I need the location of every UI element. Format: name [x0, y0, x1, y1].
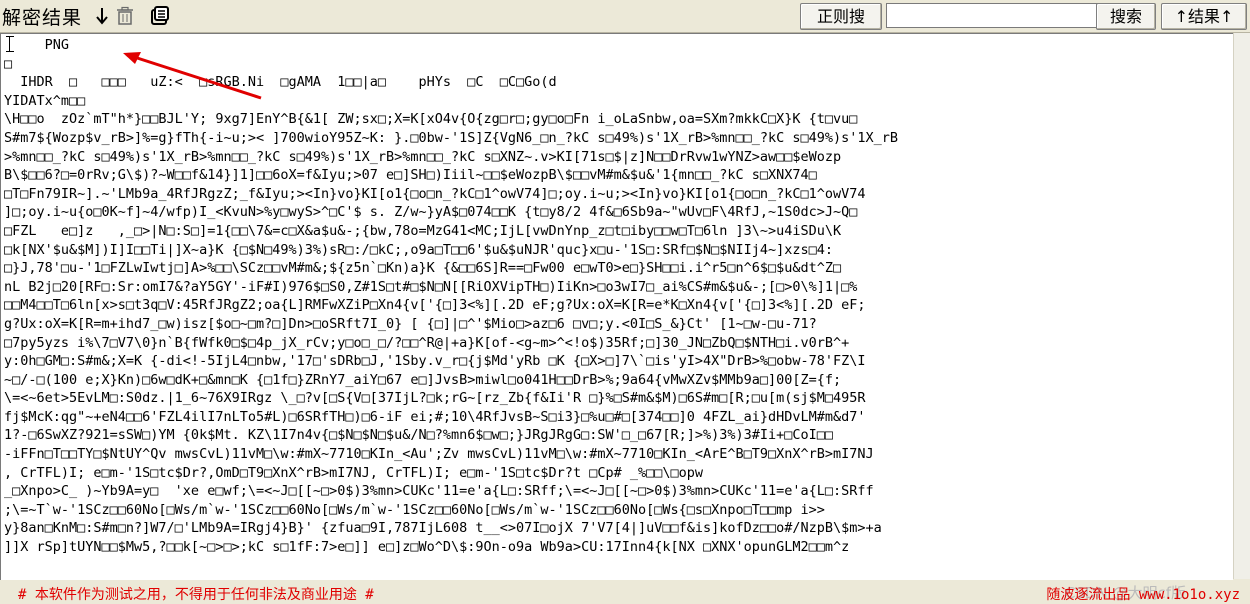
result-text-area[interactable]: PNG □ IHDR □ □□□ uZ:< □sRGB.Ni □gAMA 1□□|… — [0, 33, 1233, 580]
toolbar: 解密结果 正则搜 搜索 ↑结果↑ — [0, 0, 1250, 33]
text-line: _□Xnpo>C_ )~Yb9A=y□ 'xe e□wf;\=<~J□[[~□>… — [4, 483, 874, 500]
vertical-scrollbar[interactable] — [1233, 33, 1250, 579]
text-line: □k[NX'$u&$M])I]I□□Ti|]X~a}K {□$N□49%)3%)… — [4, 241, 834, 258]
text-line: □T□Fn79IR~].~'LMb9a_4RfJRgzZ;_f&Iyu;><In… — [4, 185, 866, 202]
text-line: y:0h□GM□:S#m&;X=K {-di<!-5IjL4□nbw,'17□'… — [4, 353, 866, 370]
search-input[interactable] — [886, 3, 1098, 28]
copy-icon[interactable] — [150, 6, 170, 26]
text-line: nL B2j□20[RF□:Sr:omI7&?aY5GY'-iF#I)976$□… — [4, 278, 858, 295]
text-line: □FZL e□]z ,_□>|N□:S□]=1{□□\7&=c□X&a$u&-;… — [4, 222, 842, 239]
text-line: ]]X rSp]tUYN□□$Mw5,?□□k[~□>□>;kC s□1fF:7… — [4, 539, 850, 556]
text-line: B\$□□6?□=0rRv;G\$)?~W□□f&14}]1]□□6oX=f&I… — [4, 167, 817, 184]
trash-icon[interactable] — [115, 6, 135, 26]
down-arrow-icon[interactable] — [92, 6, 112, 26]
search-button[interactable]: 搜索 — [1096, 3, 1156, 30]
regex-search-button[interactable]: 正则搜 — [800, 3, 882, 30]
text-line: ;\=~T`w-'1SCz□□60No[□Ws/m`w-'1SCz□□60No[… — [4, 501, 825, 518]
red-arrow-annotation-icon — [123, 52, 262, 100]
text-line: y}8an□KnM□:S#m□n?]W7/□'LMb9A=IRgj4}B}' {… — [4, 520, 882, 537]
text-line: S#m7${Wozp$v_rB>]%=g}fTh{-i~u;>< ]700wio… — [4, 129, 899, 146]
text-line: \=<~6et>5EvLM□:S0dz.|1_6~76X9IRgz \_□?v[… — [4, 390, 866, 407]
up-result-button[interactable]: ↑结果↑ — [1161, 3, 1247, 30]
result-title: 解密结果 — [2, 7, 83, 29]
text-line: □}J,78'□u-'1□FZLwIwtj□]A>%□□\SCz□□vM#m&;… — [4, 260, 842, 277]
text-line: , CrTFL)I; e□m-'1S□tc$Dr?,OmD□T9□XnX^rB>… — [4, 464, 703, 481]
text-line: 1?-□6SwXZ?921=sSW□)YM {0k$Mt. KZ\1I7n4v{… — [4, 427, 834, 444]
text-line: >%mn□□_?kC s□49%)s'1X_rB>%mn□□_?kC s□49%… — [4, 148, 842, 165]
text-line: □□M4□□T□6ln[x>s□t3q□V:45RfJRgZ2;oa{L]RMF… — [4, 297, 866, 314]
text-line: fj$McK:qg"~+eN4□□6'FZL4ilI7nLTo5#L)□6SRf… — [4, 408, 866, 425]
text-line: -iFFn□T□□TY□$NtUY^Qv mwsCvL)11vM□\w:#mX~… — [4, 446, 874, 463]
text-line: g?Ux:oX=K[R=m+ihd7_□w)isz[$o□~□m?□]Dn>□o… — [4, 315, 817, 332]
credit-link[interactable]: 随波逐流出品 www.1o1o.xyz — [1046, 584, 1240, 604]
footer: # 本软件作为测试之用，不得用于任何非法及商业用途 # CSDN @大明cf版 … — [0, 580, 1250, 604]
text-line: ~□/-□(100 e;X}Kn)□6w□dK+□&mn□K {□1f□}ZRn… — [4, 371, 842, 388]
disclaimer-text: # 本软件作为测试之用，不得用于任何非法及商业用途 # — [18, 587, 374, 603]
text-line: □7py5yzs i%\7□V7\0}n`B{fWfk0□$□4p_jX_rCv… — [4, 334, 850, 351]
text-line: ]□;oy.i~u{o□0K~f]~4/wfp)I_<KvuN>%y□wyS>^… — [4, 204, 858, 221]
